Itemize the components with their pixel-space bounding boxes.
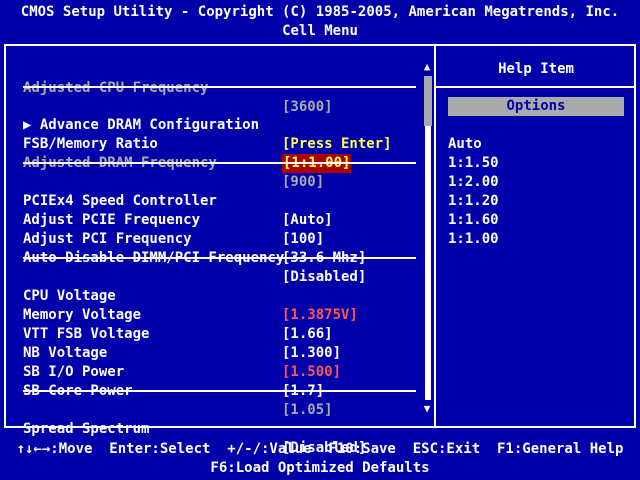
- setting-auto-disable-dimm-pci-frequency[interactable]: Auto Disable DIMM/PCI Frequency [Disable…: [23, 230, 423, 285]
- key-help-bar-secondary: F6:Load Optimized Defaults: [210, 460, 430, 476]
- option-item[interactable]: 1:2.00: [448, 173, 499, 192]
- setting-pciex4-speed-controller[interactable]: PCIEx4 Speed Controller [Auto]: [23, 173, 423, 228]
- setting-adjusted-dram-frequency: Adjusted DRAM Frequency [900]: [23, 135, 423, 190]
- setting-advance-dram-configuration[interactable]: ▶ Advance DRAM Configuration [Press Ente…: [23, 97, 423, 152]
- option-item[interactable]: 1:1.20: [448, 192, 499, 211]
- setting-cpu-voltage[interactable]: CPU Voltage [1.3875V]: [23, 268, 423, 323]
- setting-vtt-fsb-voltage[interactable]: VTT FSB Voltage [1.300]: [23, 306, 423, 361]
- setting-label: Spread Spectrum: [23, 421, 150, 437]
- option-item[interactable]: Auto: [448, 135, 482, 154]
- key-help-bar: ↑↓←→:Move Enter:Select +/-/:Value F10:Sa…: [16, 441, 624, 457]
- options-header: Options: [448, 97, 624, 116]
- section-separator: [23, 162, 416, 164]
- scroll-down-arrow-icon[interactable]: ▼: [421, 402, 433, 416]
- setting-adjusted-cpu-frequency: Adjusted CPU Frequency [3600]: [23, 60, 423, 115]
- option-item[interactable]: 1:1.50: [448, 154, 499, 173]
- utility-title: CMOS Setup Utility - Copyright (C) 1985-…: [20, 4, 620, 20]
- setting-adjust-pci-frequency[interactable]: Adjust PCI Frequency [33.6 Mhz]: [23, 211, 423, 266]
- panel-divider: [434, 44, 436, 428]
- menu-title: Cell Menu: [282, 23, 358, 39]
- setting-sb-io-power[interactable]: SB I/O Power [1.7]: [23, 344, 423, 399]
- help-panel-title: Help Item: [498, 61, 574, 77]
- setting-fsb-memory-ratio[interactable]: FSB/Memory Ratio [1:1.00]: [23, 116, 423, 173]
- section-separator: [23, 390, 416, 392]
- section-separator: [23, 257, 416, 259]
- help-separator: [436, 86, 636, 88]
- option-item[interactable]: 1:1.60: [448, 211, 499, 230]
- setting-memory-voltage[interactable]: Memory Voltage [1.66]: [23, 287, 423, 342]
- setting-label: Adjusted CPU Frequency: [23, 80, 209, 96]
- scrollbar-thumb[interactable]: [424, 76, 432, 126]
- option-item[interactable]: 1:1.00: [448, 230, 499, 249]
- setting-spread-spectrum[interactable]: Spread Spectrum [Disabled]: [23, 401, 423, 456]
- setting-adjust-pcie-frequency[interactable]: Adjust PCIE Frequency [100]: [23, 192, 423, 247]
- setting-nb-voltage[interactable]: NB Voltage [1.500]: [23, 325, 423, 380]
- section-separator: [23, 86, 416, 88]
- setting-sb-core-power: SB Core Power [1.05]: [23, 363, 423, 418]
- scroll-up-arrow-icon[interactable]: ▲: [421, 60, 433, 74]
